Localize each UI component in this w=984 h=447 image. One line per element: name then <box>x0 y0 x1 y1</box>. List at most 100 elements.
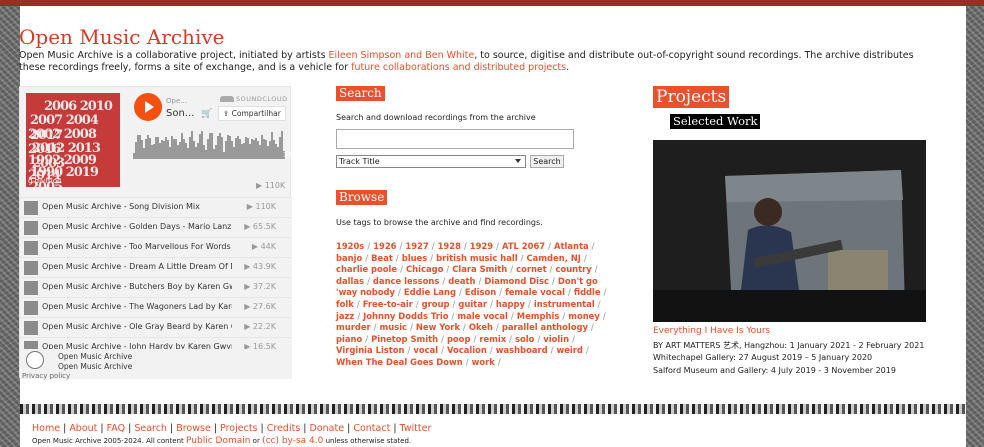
footer-link-contact[interactable]: Contact <box>353 423 390 434</box>
tag-link[interactable]: folk <box>336 299 354 309</box>
tag-link[interactable]: Diamond Disc <box>484 276 549 286</box>
tag-link[interactable]: Atlanta <box>554 241 589 251</box>
tag-link[interactable]: 1927 <box>405 241 428 251</box>
list-item[interactable]: Open Music Archive - Butchers Boy by Kar… <box>20 277 292 297</box>
tag-link[interactable]: poop <box>447 334 471 344</box>
footer-link-donate[interactable]: Donate <box>310 423 345 434</box>
tag-link[interactable]: country <box>556 264 592 274</box>
selected-work-heading: Selected Work <box>670 114 761 129</box>
tag-link[interactable]: When The Deal Goes Down <box>336 357 463 367</box>
artists-link[interactable]: Eileen Simpson and Ben White <box>329 50 475 61</box>
tag-link[interactable]: british music hall <box>436 253 518 263</box>
tag-separator: / <box>525 298 534 309</box>
tag-link[interactable]: banjo <box>336 253 362 263</box>
sc-user-link[interactable]: Ope... <box>166 97 187 105</box>
sc-track-title[interactable]: Son... <box>166 108 194 119</box>
tag-link[interactable]: vocal <box>413 345 438 355</box>
list-item[interactable]: Open Music Archive - Song Division Mix ▶ … <box>20 197 292 217</box>
tag-link[interactable]: New York <box>416 322 460 332</box>
tag-link[interactable]: remix <box>479 334 506 344</box>
tag-link[interactable]: charlie poole <box>336 264 397 274</box>
play-button[interactable] <box>134 93 162 121</box>
footer-link-projects[interactable]: Projects <box>220 423 257 434</box>
tag-link[interactable]: instrumental <box>534 299 595 309</box>
footer-link-twitter[interactable]: Twitter <box>400 423 432 434</box>
waveform[interactable]: 33:02 <box>133 129 303 169</box>
site-title[interactable]: Open Music Archive <box>19 25 224 49</box>
tag-link[interactable]: parallel anthology <box>502 322 588 332</box>
tag-link[interactable]: violin <box>543 334 569 344</box>
tag-link[interactable]: 1929 <box>470 241 493 251</box>
list-item[interactable]: Open Music Archive - Golden Days - Mario… <box>20 217 292 237</box>
tag-link[interactable]: group <box>422 299 450 309</box>
project-link[interactable]: Everything I Have Is Yours <box>653 326 770 336</box>
soundcloud-player[interactable]: 2006 2010 2007 2004 2017 2002 2008 2016 … <box>19 86 303 380</box>
tag-link[interactable]: washboard <box>496 345 548 355</box>
list-item[interactable]: Open Music Archive - Dream A Little Drea… <box>20 257 292 277</box>
tag-link[interactable]: 1926 <box>373 241 396 251</box>
tag-link[interactable]: murder <box>336 322 371 332</box>
public-domain-link[interactable]: Public Domain <box>186 436 250 446</box>
license-link[interactable]: (cc) by-sa 4.0 <box>262 436 323 446</box>
soundcloud-logo[interactable]: SOUNDCLOUD <box>220 95 288 103</box>
search-field-select[interactable]: Track Title <box>336 155 526 168</box>
tag-link[interactable]: Free-to-air <box>363 299 413 309</box>
tag-link[interactable]: Johnny Dodds Trio <box>363 311 448 321</box>
tag-link[interactable]: cornet <box>516 264 547 274</box>
tag-link[interactable]: Beat <box>371 253 393 263</box>
tag-link[interactable]: Edison <box>465 287 496 297</box>
tag-link[interactable]: Eddie Lang <box>404 287 456 297</box>
tag-link[interactable]: happy <box>496 299 525 309</box>
sc-footer-user[interactable]: Open Music Archive <box>58 352 132 361</box>
tag-link[interactable]: guitar <box>458 299 487 309</box>
tag-link[interactable]: Chicago <box>406 264 443 274</box>
tag-link[interactable]: work <box>472 357 495 367</box>
project-photo[interactable] <box>653 140 926 322</box>
search-input[interactable] <box>336 129 574 149</box>
footer-separator: | <box>257 423 267 434</box>
tag-separator: / <box>438 333 447 344</box>
cart-icon[interactable]: 🛒 <box>201 109 212 119</box>
copy-text: Open Music Archive 2005-2024. All conten… <box>32 437 187 445</box>
tag-link[interactable]: ATL 2067 <box>502 241 545 251</box>
footer-link-faq[interactable]: FAQ <box>107 423 125 434</box>
avatar[interactable] <box>26 351 44 369</box>
tag-separator: / <box>549 275 558 286</box>
privacy-link[interactable]: Privacy policy <box>22 372 70 380</box>
tag-link[interactable]: money <box>568 311 600 321</box>
tag-link[interactable]: Pinetop Smith <box>371 334 438 344</box>
tag-link[interactable]: Memphis <box>517 311 560 321</box>
tag-link[interactable]: jazz <box>336 311 354 321</box>
browse-description: Use tags to browse the archive and find … <box>336 218 543 227</box>
footer-link-search[interactable]: Search <box>134 423 167 434</box>
tag-link[interactable]: 1928 <box>438 241 461 251</box>
tag-link[interactable]: dance lessons <box>373 276 439 286</box>
tag-link[interactable]: weird <box>557 345 583 355</box>
tag-link[interactable]: female vocal <box>505 287 565 297</box>
footer-link-browse[interactable]: Browse <box>176 423 211 434</box>
footer-link-about[interactable]: About <box>69 423 97 434</box>
search-button[interactable]: Search <box>530 155 564 168</box>
tag-link[interactable]: solo <box>515 334 534 344</box>
list-item[interactable]: Open Music Archive - Ole Gray Beard by K… <box>20 317 292 337</box>
future-projects-link[interactable]: future collaborations and distributed pr… <box>351 62 566 73</box>
tag-link[interactable]: death <box>448 276 475 286</box>
list-item[interactable]: Open Music Archive - Too Marvellous For … <box>20 237 292 257</box>
tag-link[interactable]: dallas <box>336 276 364 286</box>
tag-link[interactable]: Vocalion <box>447 345 487 355</box>
tag-link[interactable]: Clara Smith <box>452 264 507 274</box>
tag-link[interactable]: Camden, NJ <box>527 253 581 263</box>
footer-link-home[interactable]: Home <box>32 423 60 434</box>
tag-link[interactable]: 1920s <box>336 241 364 251</box>
footer-link-credits[interactable]: Credits <box>267 423 301 434</box>
list-item[interactable]: Open Music Archive - The Wagoners Lad by… <box>20 297 292 317</box>
tag-link[interactable]: music <box>380 322 408 332</box>
tag-link[interactable]: male vocal <box>457 311 508 321</box>
share-button[interactable]: ⇪ Compartilhar <box>218 106 286 121</box>
tag-link[interactable]: piano <box>336 334 362 344</box>
tag-link[interactable]: fiddle <box>574 287 601 297</box>
tag-link[interactable]: Virginia Liston <box>336 345 405 355</box>
tag-link[interactable]: Okeh <box>469 322 493 332</box>
sc-footer-playlist[interactable]: Open Music Archive <box>58 362 132 371</box>
tag-link[interactable]: blues <box>402 253 428 263</box>
